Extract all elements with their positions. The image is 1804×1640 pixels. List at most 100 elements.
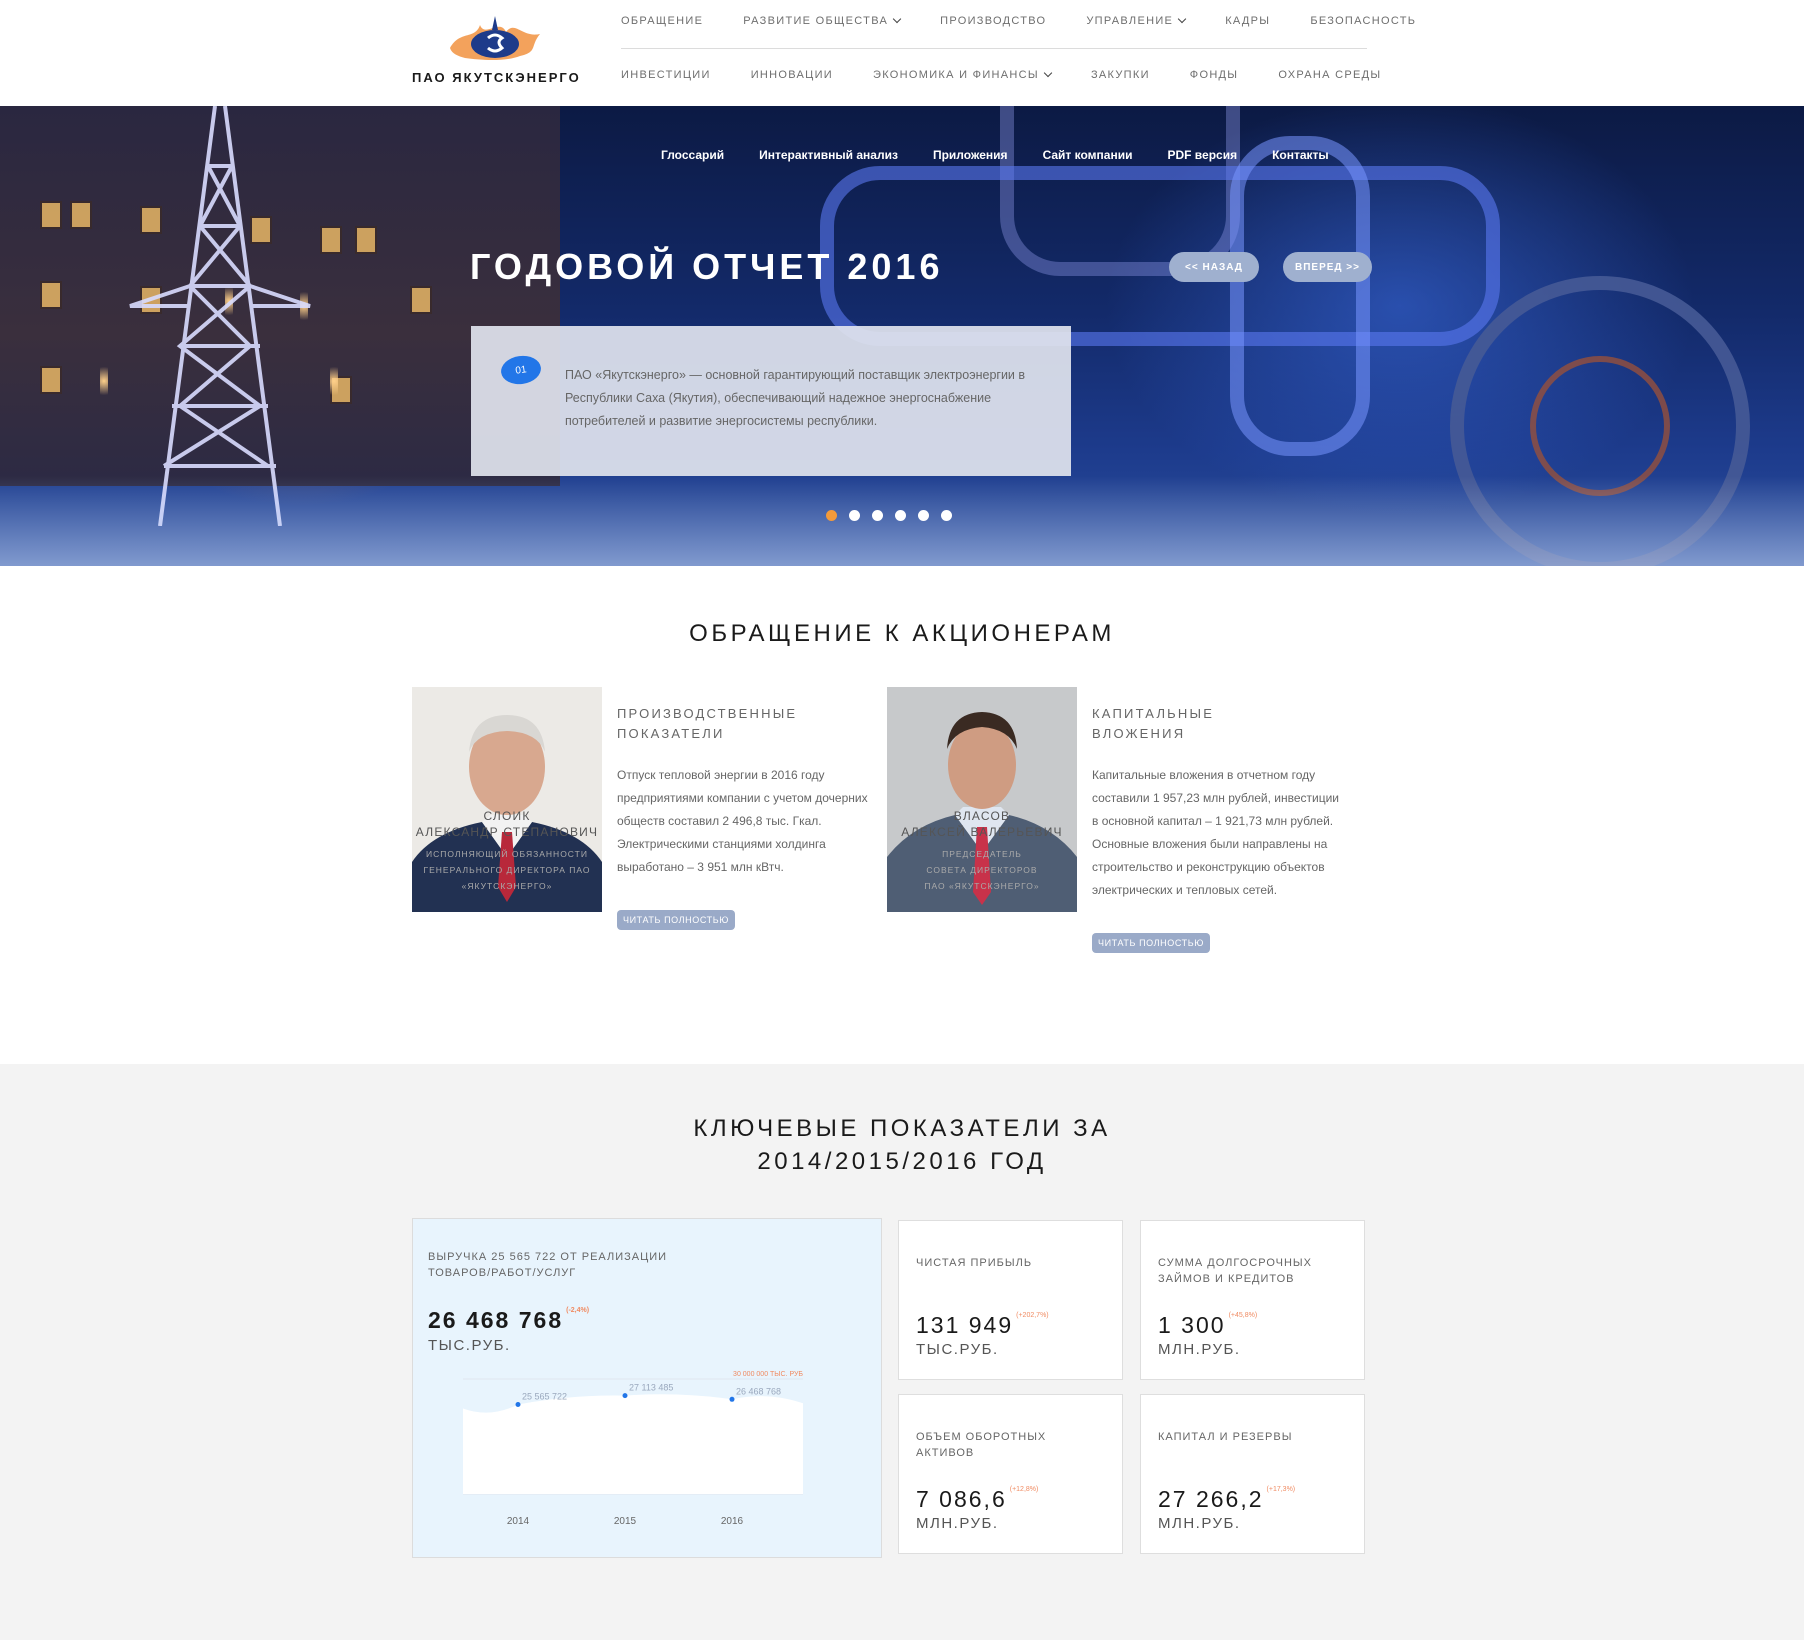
kpi-card-delta: (+45,8%) (1228, 1312, 1258, 1319)
hero-menu-link[interactable]: Контакты (1272, 148, 1329, 162)
chart-point-label: 25 565 722 (522, 1391, 567, 1401)
hero-menu-link[interactable]: Сайт компании (1043, 148, 1133, 162)
nav-item-label: РАЗВИТИЕ ОБЩЕСТВА (743, 15, 889, 27)
revenue-unit: ТЫС.РУБ. (428, 1337, 511, 1354)
slider-dot[interactable] (895, 510, 906, 521)
chevron-down-icon (892, 14, 902, 24)
main-nav-row-1: ОБРАЩЕНИЕ РАЗВИТИЕ ОБЩЕСТВА ПРОИЗВОДСТВО УП… (621, 14, 1416, 27)
slider-pagination (826, 510, 952, 521)
person-2-role: ПРЕДСЕДАТЕЛЬ СОВЕТА ДИРЕКТОРОВ ПАО «ЯКУТ… (924, 849, 1040, 891)
revenue-delta: (-2,4%) (566, 1307, 590, 1314)
kpi-card-unit: МЛН.РУБ. (1158, 1515, 1241, 1532)
hero-menu-link[interactable]: Глоссарий (661, 148, 724, 162)
kpi-title: КЛЮЧЕВЫЕ ПОКАЗАТЕЛИ ЗА 2014/2015/2016 ГО… (0, 1112, 1804, 1178)
slide-number-badge: 01 (499, 353, 543, 387)
nav-item[interactable]: ПРОИЗВОДСТВО (940, 15, 1046, 27)
nav-item-label: ОХРАНА СРЕДЫ (1278, 69, 1382, 81)
chart-point-label: 27 113 485 (629, 1383, 673, 1393)
kpi-card-value: 27 266,2 (+17,3%) (1158, 1486, 1295, 1513)
kpi-card-label: СУММА ДОЛГОСРОЧНЫХ ЗАЙМОВ И КРЕДИТОВ (1158, 1257, 1312, 1285)
nav-item-label: ФОНДЫ (1189, 69, 1239, 81)
kpi-card-label: ЧИСТАЯ ПРИБЫЛЬ (916, 1257, 1033, 1269)
card-2-text: Капитальные вложения в отчетном году сос… (1092, 768, 1339, 897)
read-more-button-1[interactable]: ЧИТАТЬ ПОЛНОСТЬЮ (617, 910, 735, 930)
hero-menu-link[interactable]: Приложения (933, 148, 1008, 162)
revenue-area-chart: 30 000 000 ТЫС. РУБ20 000 000 ТЫС. РУБ10… (463, 1371, 803, 1527)
kpi-card-value-number: 131 949 (916, 1312, 1014, 1338)
card-1-title: ПРОИЗВОДСТВЕННЫЕ ПОКАЗАТЕЛИ (617, 706, 798, 741)
nav-item[interactable]: ФОНДЫ (1190, 69, 1239, 81)
hero-quick-menu: Глоссарий Интерактивный анализ Приложения С… (661, 148, 1364, 162)
kpi-title-line-1: КЛЮЧЕВЫЕ ПОКАЗАТЕЛИ ЗА (693, 1115, 1111, 1142)
nav-item[interactable]: ОХРАНА СРЕДЫ (1278, 69, 1381, 81)
nav-item[interactable]: РАЗВИТИЕ ОБЩЕСТВА (743, 14, 902, 27)
kpi-card-delta: (+12,8%) (1009, 1486, 1039, 1493)
person-1-surname: СЛОИК (483, 809, 531, 823)
kpi-title-line-2: 2014/2015/2016 ГОД (757, 1148, 1047, 1175)
nav-item-label: ОБРАЩЕНИЕ (621, 15, 704, 27)
kpi-card-value: 1 300 (+45,8%) (1158, 1312, 1257, 1339)
card-2-title: КАПИТАЛЬНЫЕ ВЛОЖЕНИЯ (1092, 706, 1215, 741)
back-button[interactable]: << НАЗАД (1169, 252, 1259, 282)
kpi-card-unit: МЛН.РУБ. (1158, 1341, 1241, 1358)
chevron-down-icon (1043, 68, 1053, 78)
nav-item-label: ЗАКУПКИ (1090, 69, 1150, 81)
read-more-button-2[interactable]: ЧИТАТЬ ПОЛНОСТЬЮ (1092, 933, 1210, 953)
nav-item[interactable]: ИННОВАЦИИ (751, 69, 833, 81)
kpi-card-label: ОБЪЕМ ОБОРОТНЫХ АКТИВОВ (916, 1431, 1047, 1459)
nav-item-label: ПРОИЗВОДСТВО (940, 15, 1047, 27)
hero-snow-ground (0, 476, 1804, 566)
nav-item-label: БЕЗОПАСНОСТЬ (1310, 15, 1417, 27)
chart-data-point (515, 1401, 521, 1407)
person-2-surname: ВЛАСОВ (953, 809, 1011, 823)
slider-dot[interactable] (872, 510, 883, 521)
logo-text: ПАО ЯКУТСКЭНЕРГО (412, 70, 581, 85)
revenue-card: ВЫРУЧКА 25 565 722 ОТ РЕАЛИЗАЦИИ ТОВАРОВ… (412, 1218, 882, 1558)
person-2-firstname: АЛЕКСЕЙ ВАЛЕРЬЕВИЧ (901, 825, 1063, 839)
hero-menu-link[interactable]: Интерактивный анализ (759, 148, 898, 162)
kpi-card-value: 7 086,6 (+12,8%) (916, 1486, 1038, 1513)
nav-item[interactable]: ЭКОНОМИКА И ФИНАНСЫ (873, 68, 1053, 81)
nav-item[interactable]: КАДРЫ (1225, 15, 1270, 27)
person-2-name: ВЛАСОВ АЛЕКСЕЙ ВАЛЕРЬЕВИЧ (887, 808, 1077, 840)
kpi-card-capital-reserves: КАПИТАЛ И РЕЗЕРВЫ 27 266,2 (+17,3%) МЛН.Р… (1140, 1394, 1365, 1554)
nav-item-label: ИННОВАЦИИ (750, 69, 833, 81)
kpi-card-delta: (+17,3%) (1266, 1486, 1296, 1493)
hero-tower-graphic (129, 106, 311, 526)
person-1-name: СЛОИК АЛЕКСАНДР СТЕПАНОВИЧ (412, 808, 602, 840)
chart-x-tick-label: 2016 (721, 1516, 744, 1527)
kpi-card-value-number: 7 086,6 (916, 1486, 1007, 1512)
slider-dot[interactable] (826, 510, 837, 521)
kpi-card-label: КАПИТАЛ И РЕЗЕРВЫ (1158, 1431, 1293, 1443)
hero-title: ГОДОВОЙ ОТЧЕТ 2016 (470, 246, 944, 287)
person-1-role: ИСПОЛНЯЮЩИЙ ОБЯЗАННОСТИ ГЕНЕРАЛЬНОГО ДИР… (423, 849, 591, 891)
shareholders-title: ОБРАЩЕНИЕ К АКЦИОНЕРАМ (689, 620, 1115, 647)
kpi-card-delta: (+202,7%) (1016, 1312, 1049, 1319)
chart-x-tick-label: 2014 (507, 1516, 530, 1527)
forward-button[interactable]: ВПЕРЕД >> (1283, 252, 1372, 282)
chart-data-point (622, 1393, 628, 1399)
nav-item[interactable]: БЕЗОПАСНОСТЬ (1310, 15, 1416, 27)
revenue-value-number: 26 468 768 (428, 1307, 564, 1333)
kpi-card-current-assets: ОБЪЕМ ОБОРОТНЫХ АКТИВОВ 7 086,6 (+12,8%) … (898, 1394, 1123, 1554)
main-nav-row-2: ИНВЕСТИЦИИ ИННОВАЦИИ ЭКОНОМИКА И ФИНАНСЫ ЗА… (621, 68, 1381, 81)
nav-item[interactable]: ОБРАЩЕНИЕ (621, 15, 703, 27)
slider-dot[interactable] (918, 510, 929, 521)
kpi-card-net-profit: ЧИСТАЯ ПРИБЫЛЬ 131 949 (+202,7%) ТЫС.РУБ. (898, 1220, 1123, 1380)
logo-flame-icon (450, 16, 540, 60)
chevron-down-icon (1177, 14, 1187, 24)
slider-dot[interactable] (941, 510, 952, 521)
nav-item[interactable]: ИНВЕСТИЦИИ (621, 69, 711, 81)
revenue-label: ВЫРУЧКА 25 565 722 ОТ РЕАЛИЗАЦИИ ТОВАРОВ… (428, 1251, 668, 1279)
nav-item[interactable]: ЗАКУПКИ (1091, 69, 1150, 81)
nav-item[interactable]: УПРАВЛЕНИЕ (1086, 14, 1187, 27)
nav-item-label: ЭКОНОМИКА И ФИНАНСЫ (873, 69, 1039, 81)
slider-dot[interactable] (849, 510, 860, 521)
hero-menu-link[interactable]: PDF версия (1167, 148, 1237, 162)
company-logo[interactable]: ПАО ЯКУТСКЭНЕРГО (412, 10, 582, 90)
hero-slide-card: 01 ПАО «Якутскэнерго» — основной гаранти… (471, 326, 1071, 476)
kpi-card-value: 131 949 (+202,7%) (916, 1312, 1049, 1339)
card-1-text: Отпуск тепловой энергии в 2016 году пред… (617, 768, 868, 874)
site-header: ПАО ЯКУТСКЭНЕРГО ОБРАЩЕНИЕ РАЗВИТИЕ ОБЩЕС… (0, 0, 1804, 106)
chart-revenue-area (463, 1394, 803, 1494)
